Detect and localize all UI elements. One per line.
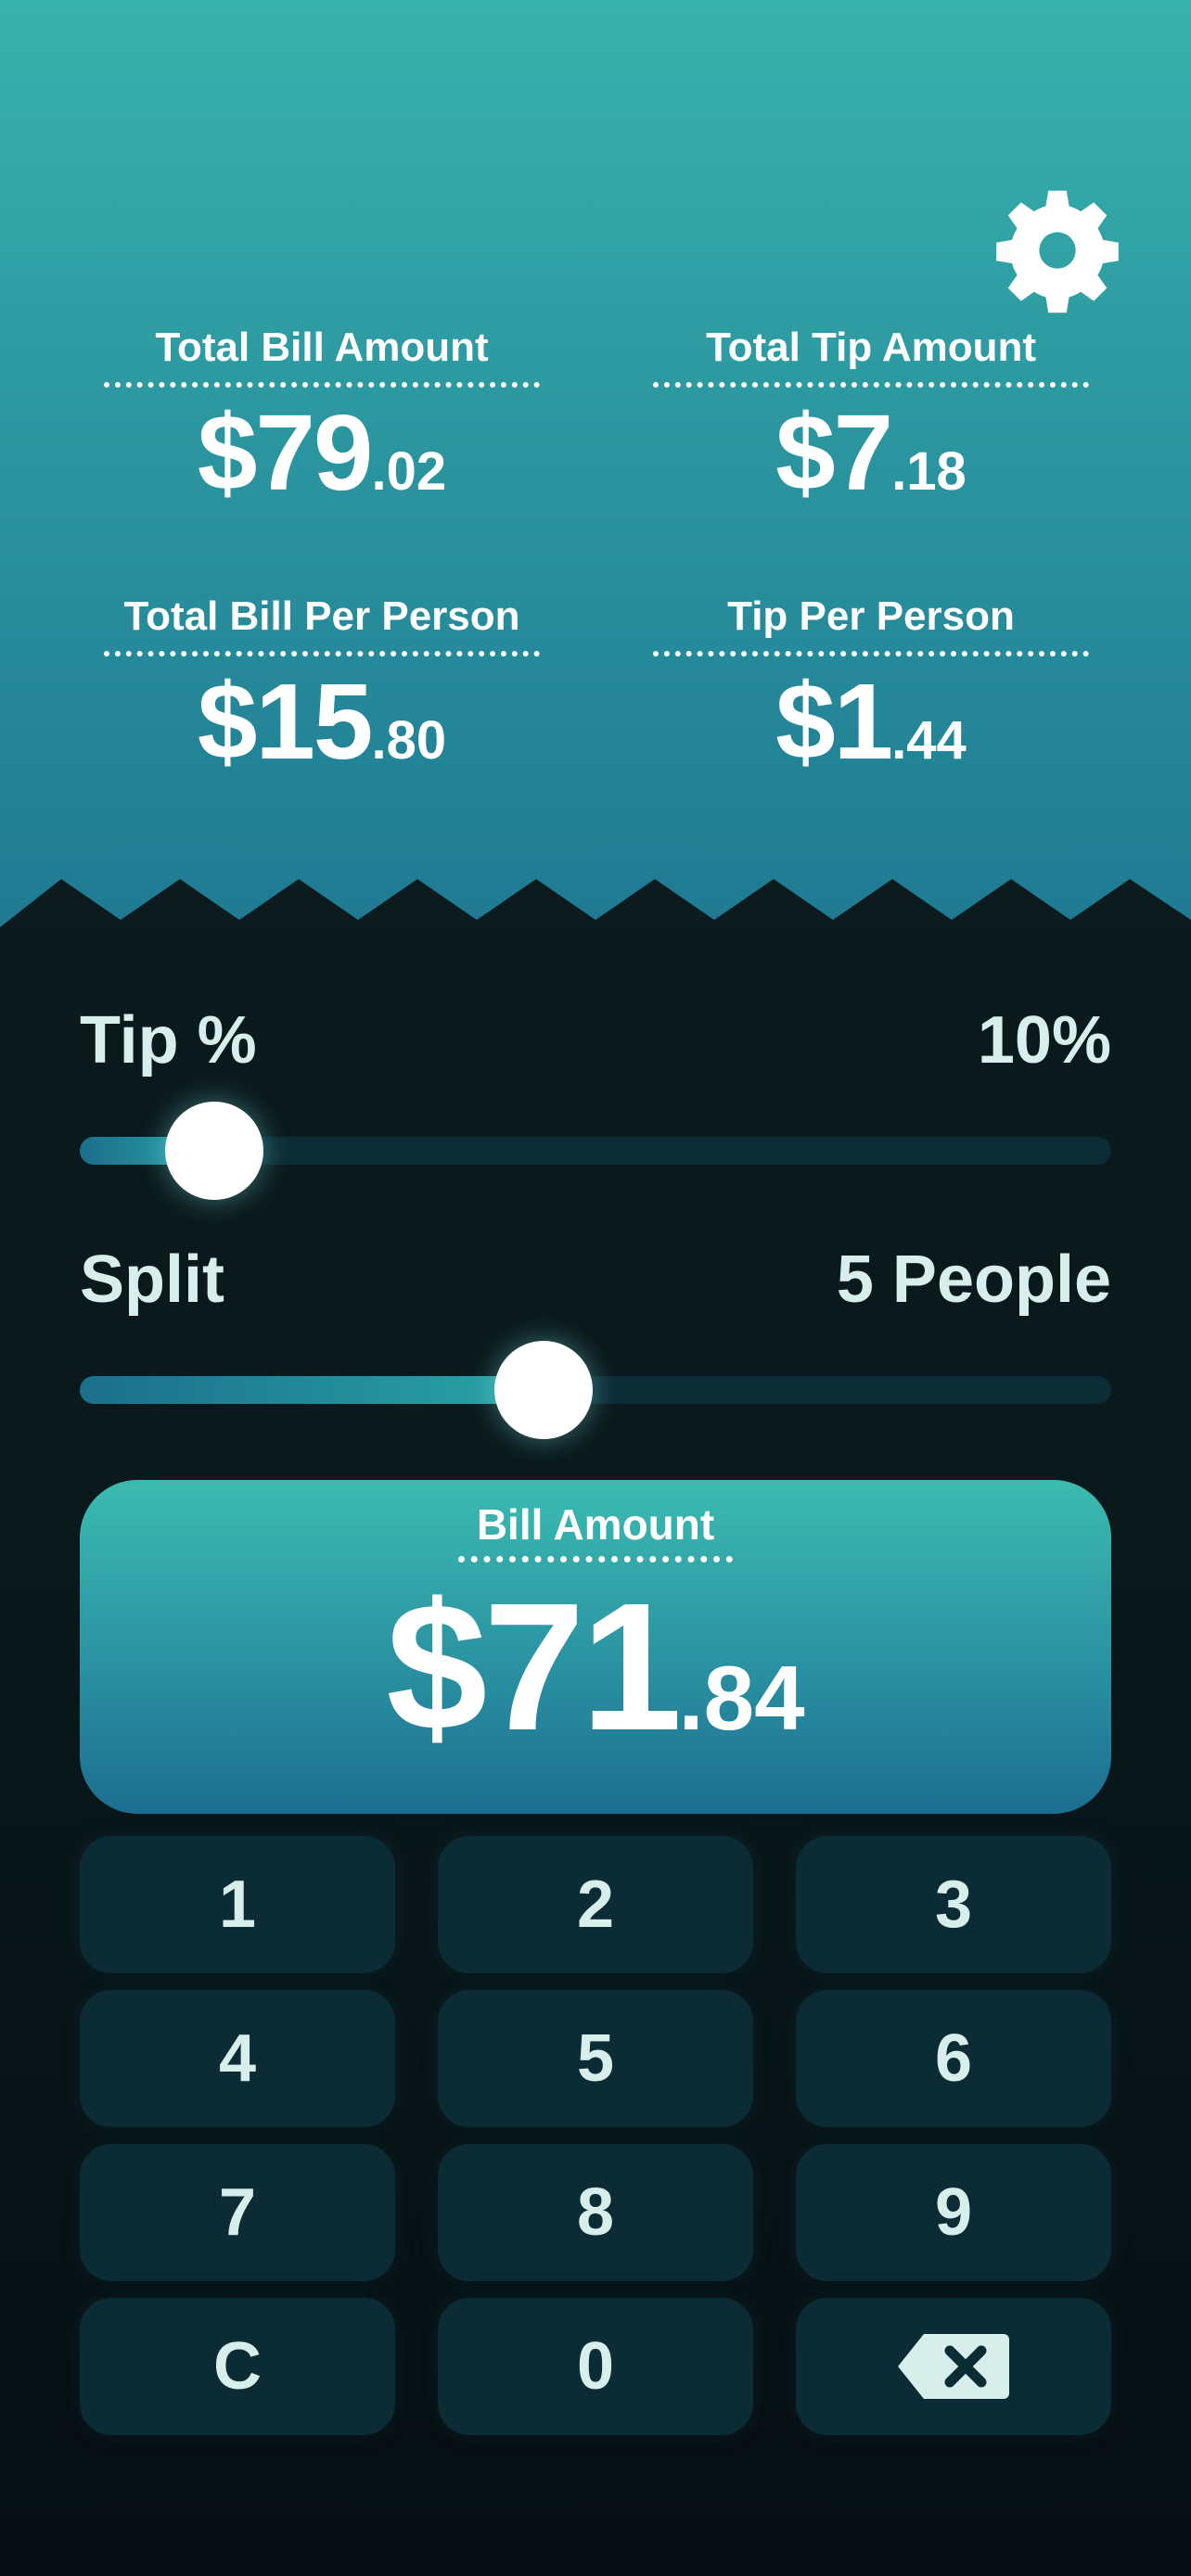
bill-amount-display[interactable]: Bill Amount $71.84 xyxy=(80,1480,1111,1814)
stat-value: $79.02 xyxy=(104,397,540,542)
stat-value-major: $7 xyxy=(775,392,893,513)
stat-label: Total Bill Amount xyxy=(155,325,489,370)
stat-value-major: $79 xyxy=(197,392,374,513)
key-8[interactable]: 8 xyxy=(438,2144,753,2281)
bill-amount-major: $71 xyxy=(386,1565,682,1768)
total-bill-stat: Total Bill Amount $79.02 xyxy=(104,325,540,542)
stat-label: Total Tip Amount xyxy=(705,325,1037,370)
bill-amount-value: $71.84 xyxy=(80,1576,1111,1814)
split-slider-fill xyxy=(80,1376,544,1404)
key-clear[interactable]: C xyxy=(80,2298,395,2435)
key-0[interactable]: 0 xyxy=(438,2298,753,2435)
dotted-divider xyxy=(104,651,540,657)
key-3[interactable]: 3 xyxy=(796,1836,1111,1973)
key-5[interactable]: 5 xyxy=(438,1990,753,2127)
stat-value-major: $15 xyxy=(197,661,374,782)
bill-per-person-stat: Total Bill Per Person $15.80 xyxy=(104,593,540,810)
stat-value-minor: .02 xyxy=(371,441,447,502)
tip-label: Tip % xyxy=(80,1003,257,1078)
stat-value: $15.80 xyxy=(104,666,540,810)
stat-value-major: $1 xyxy=(775,661,893,782)
bill-amount-minor: .84 xyxy=(678,1647,805,1749)
gear-icon[interactable] xyxy=(992,185,1122,315)
key-2[interactable]: 2 xyxy=(438,1836,753,1973)
key-1[interactable]: 1 xyxy=(80,1836,395,1973)
split-slider-thumb[interactable] xyxy=(494,1341,594,1439)
summary-header: Total Bill Amount $79.02 Total Tip Amoun… xyxy=(0,0,1191,927)
stat-label: Tip Per Person xyxy=(727,593,1015,639)
dotted-divider xyxy=(653,382,1089,388)
backspace-key[interactable] xyxy=(796,2298,1111,2435)
tip-slider-thumb[interactable] xyxy=(164,1102,263,1200)
zigzag-edge xyxy=(0,879,1191,927)
stat-value-minor: .44 xyxy=(891,710,967,771)
split-value: 5 People xyxy=(836,1243,1111,1317)
bill-amount-label: Bill Amount xyxy=(476,1500,715,1549)
stat-label: Total Bill Per Person xyxy=(123,593,520,639)
key-7[interactable]: 7 xyxy=(80,2144,395,2281)
dotted-divider xyxy=(653,651,1089,657)
dotted-divider xyxy=(458,1556,733,1562)
split-label: Split xyxy=(80,1243,224,1317)
key-6[interactable]: 6 xyxy=(796,1990,1111,2127)
key-9[interactable]: 9 xyxy=(796,2144,1111,2281)
stat-value-minor: .18 xyxy=(891,441,967,502)
tip-value: 10% xyxy=(977,1003,1111,1078)
backspace-icon xyxy=(898,2334,1009,2399)
split-slider[interactable] xyxy=(80,1341,1111,1439)
key-4[interactable]: 4 xyxy=(80,1990,395,2127)
total-tip-stat: Total Tip Amount $7.18 xyxy=(653,325,1089,542)
tip-per-person-stat: Tip Per Person $1.44 xyxy=(653,593,1089,810)
stat-value-minor: .80 xyxy=(371,710,447,771)
stat-value: $7.18 xyxy=(653,397,1089,542)
dotted-divider xyxy=(104,382,540,388)
tip-slider[interactable] xyxy=(80,1102,1111,1200)
stat-value: $1.44 xyxy=(653,666,1089,810)
